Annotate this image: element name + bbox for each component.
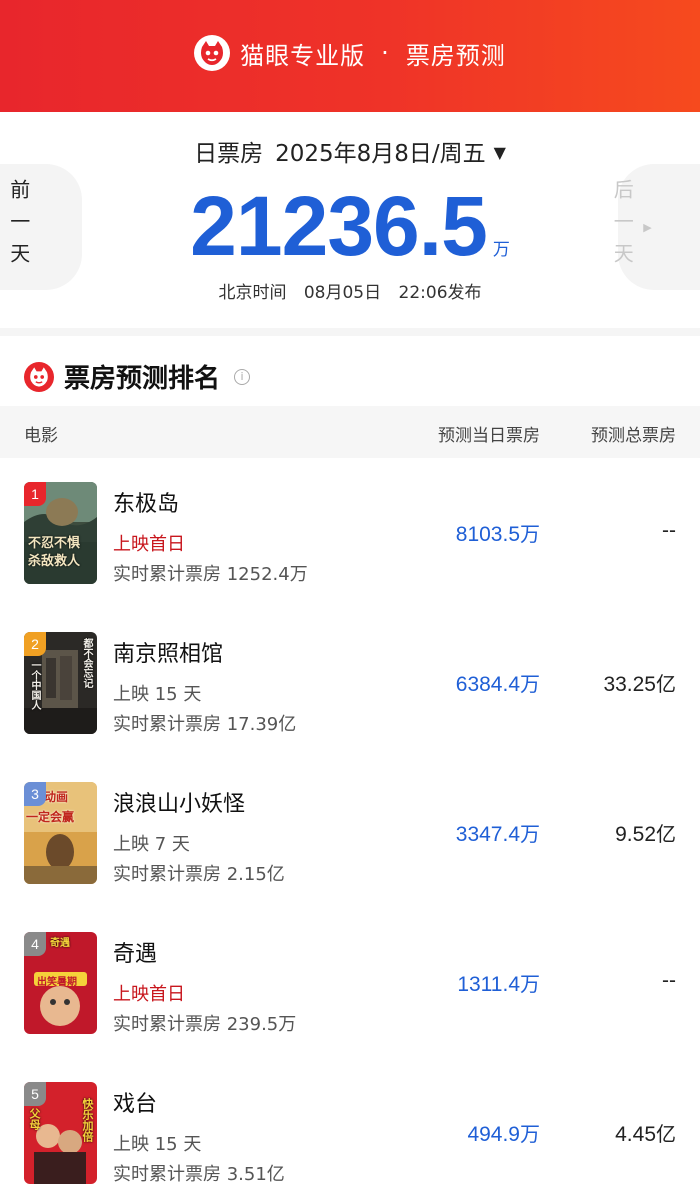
brand-name: 猫眼专业版 xyxy=(240,41,366,70)
predicted-total-box-office: -- xyxy=(662,968,676,993)
caret-right-icon: ▶ xyxy=(643,220,652,234)
poster-caption: 杀敌救人 xyxy=(28,554,81,569)
predicted-daily-box-office: 1311.4万 xyxy=(457,968,540,997)
predicted-daily-box-office: 3347.4万 xyxy=(456,818,540,847)
release-status: 上映首日 xyxy=(113,534,185,555)
daily-value: 494.9 xyxy=(467,1123,520,1146)
next-day-label: 后一天 xyxy=(610,179,635,275)
total-value: 4.45 xyxy=(615,1123,656,1146)
movie-poster[interactable]: 国动画 一定会赢 3 xyxy=(24,782,97,884)
cumulative-box-office: 实时累计票房 239.5万 xyxy=(113,1014,297,1035)
poster-caption: 出笑暑期 xyxy=(37,977,77,988)
date-value[interactable]: 2025年8月8日/周五 xyxy=(275,141,486,167)
poster-caption: 父母 xyxy=(28,1108,41,1130)
column-header-daily: 预测当日票房 xyxy=(438,426,540,446)
total-unit: 亿 xyxy=(656,672,676,696)
box-office-unit: 万 xyxy=(492,240,510,260)
predicted-total-box-office: -- xyxy=(662,518,676,543)
ranking-title: 票房预测排名 xyxy=(64,364,221,394)
rank-badge: 4 xyxy=(24,932,46,956)
cumulative-box-office: 实时累计票房 1252.4万 xyxy=(113,564,308,585)
total-value: 33.25 xyxy=(603,673,656,696)
total-unit: 亿 xyxy=(656,1122,676,1146)
rank-badge: 5 xyxy=(24,1082,46,1106)
predicted-daily-box-office: 8103.5万 xyxy=(456,518,540,547)
predicted-total-box-office: 33.25亿 xyxy=(603,668,676,697)
column-header-movie: 电影 xyxy=(24,426,58,446)
daily-unit: 万 xyxy=(520,672,540,696)
cumulative-box-office: 实时累计票房 3.51亿 xyxy=(113,1164,285,1185)
release-status: 上映首日 xyxy=(113,984,185,1005)
poster-caption: 一个中国人 xyxy=(29,660,40,710)
table-row[interactable]: 不忍不惧 杀敌救人 1 东极岛 上映首日 实时累计票房 1252.4万 8103… xyxy=(0,458,700,608)
daily-value: 3347.4 xyxy=(455,823,520,846)
box-office-total: 21236.5 万 xyxy=(0,178,700,275)
column-header-total: 预测总票房 xyxy=(591,426,676,446)
daily-value: 6384.4 xyxy=(455,673,520,696)
brand: 猫眼专业版 · 票房预测 xyxy=(194,35,506,71)
total-unit: 亿 xyxy=(656,822,676,846)
table-row[interactable]: 奇遇 出笑暑期 4 奇遇 上映首日 实时累计票房 239.5万 1311.4万 … xyxy=(0,908,700,1058)
rank-badge: 3 xyxy=(24,782,46,806)
poster-caption: 一定会赢 xyxy=(26,810,75,824)
publish-date: 08月05日 xyxy=(303,283,382,303)
daily-unit: 万 xyxy=(520,1122,540,1146)
daily-unit: 万 xyxy=(520,822,540,846)
date-selector[interactable]: 日票房 2025年8月8日/周五 ▼ xyxy=(0,134,700,168)
table-row[interactable]: 一个中国人 都不会忘记 2 南京照相馆 上映 15 天 实时累计票房 17.39… xyxy=(0,608,700,758)
brand-separator: · xyxy=(381,39,390,67)
table-row[interactable]: 国动画 一定会赢 3 浪浪山小妖怪 上映 7 天 实时累计票房 2.15亿 33… xyxy=(0,758,700,908)
poster-caption: 都不会忘记 xyxy=(81,638,92,688)
publish-prefix: 北京时间 xyxy=(218,283,287,303)
movie-title: 浪浪山小妖怪 xyxy=(113,792,246,817)
cumulative-box-office: 实时累计票房 17.39亿 xyxy=(113,714,297,735)
next-day-button[interactable]: 后一天 ▶ xyxy=(610,164,700,290)
cat-logo-icon xyxy=(194,35,231,71)
total-value: -- xyxy=(662,969,676,992)
movie-title: 奇遇 xyxy=(113,942,158,967)
poster-caption: 不忍不惧 xyxy=(28,536,81,551)
movie-title: 戏台 xyxy=(113,1092,158,1117)
box-office-value: 21236.5 xyxy=(190,179,488,273)
daily-value: 8103.5 xyxy=(455,523,520,546)
release-status: 上映 15 天 xyxy=(113,1134,202,1155)
movie-poster[interactable]: 奇遇 出笑暑期 4 xyxy=(24,932,97,1034)
release-status: 上映 7 天 xyxy=(113,834,190,855)
publish-time: 北京时间 08月05日 22:06发布 xyxy=(0,278,700,303)
total-value: 9.52 xyxy=(615,823,656,846)
movie-poster[interactable]: 一个中国人 都不会忘记 2 xyxy=(24,632,97,734)
movie-poster[interactable]: 父母 快乐加倍 5 xyxy=(24,1082,97,1184)
poster-caption: 奇遇 xyxy=(50,938,70,949)
page-title: 票房预测 xyxy=(405,41,506,70)
date-label: 日票房 xyxy=(194,141,264,167)
movie-poster[interactable]: 不忍不惧 杀敌救人 1 xyxy=(24,482,97,584)
predicted-daily-box-office: 494.9万 xyxy=(467,1118,540,1147)
cumulative-box-office: 实时累计票房 2.15亿 xyxy=(113,864,285,885)
publish-clock: 22:06发布 xyxy=(398,283,482,303)
caret-down-icon[interactable]: ▼ xyxy=(494,143,506,162)
movie-title: 东极岛 xyxy=(113,492,180,517)
daily-box-office-summary: 日票房2025年8月8日/周五▼ ◀ 前一天 21236.5万 北京时间 08月… xyxy=(0,112,700,328)
daily-value: 1311.4 xyxy=(457,973,520,996)
table-row[interactable]: 父母 快乐加倍 5 戏台 上映 15 天 实时累计票房 3.51亿 494.9万… xyxy=(0,1058,700,1200)
movie-title: 南京照相馆 xyxy=(113,642,224,667)
app-header: 猫眼专业版 · 票房预测 xyxy=(0,0,700,112)
poster-caption: 快乐加倍 xyxy=(81,1098,94,1142)
section-divider xyxy=(0,328,700,336)
ranking-table-header: 电影 预测当日票房 预测总票房 xyxy=(0,406,700,458)
rank-badge: 2 xyxy=(24,632,46,656)
predicted-daily-box-office: 6384.4万 xyxy=(456,668,540,697)
info-icon[interactable]: i xyxy=(234,368,251,385)
rank-badge: 1 xyxy=(24,482,46,506)
release-status: 上映 15 天 xyxy=(113,684,202,705)
predicted-total-box-office: 4.45亿 xyxy=(615,1118,676,1147)
cat-logo-icon xyxy=(24,361,54,392)
ranking-header: 票房预测排名 i xyxy=(24,358,251,395)
predicted-total-box-office: 9.52亿 xyxy=(615,818,676,847)
daily-unit: 万 xyxy=(520,972,540,996)
daily-unit: 万 xyxy=(520,522,540,546)
total-value: -- xyxy=(662,519,676,542)
